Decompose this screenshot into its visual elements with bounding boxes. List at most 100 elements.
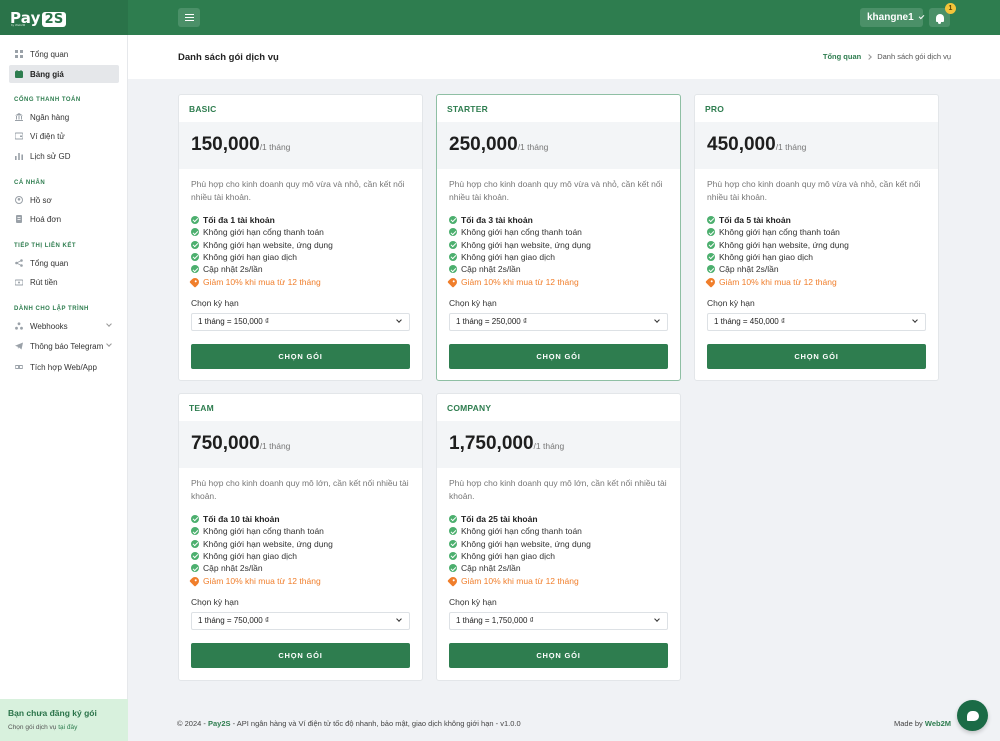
sidebar-item-profile[interactable]: Hồ sơ (9, 191, 119, 209)
plan-card-company: COMPANY 1,750,000 /1 tháng Phù hợp cho k… (436, 393, 681, 681)
sidebar-item-bank[interactable]: Ngân hàng (9, 108, 119, 126)
sidebar-item-transactions[interactable]: Lịch sử GD (9, 147, 119, 165)
plan-price: 1,750,000 (449, 433, 534, 454)
plan-period: /1 tháng (259, 142, 291, 152)
plan-name: PRO (705, 104, 725, 114)
discount-item: Giảm 10% khi mua từ 12 tháng (189, 275, 410, 288)
footer-credit-link[interactable]: Web2M (925, 719, 951, 728)
page-header: Danh sách gói dịch vụ Tổng quan Danh sác… (128, 35, 1000, 79)
feature-item: Tối đa 3 tài khoản (449, 214, 668, 226)
withdraw-icon (15, 279, 23, 286)
feature-item: Cập nhật 2s/lần (449, 562, 668, 574)
period-select-label: Chọn kỳ hạn (449, 596, 497, 607)
period-select[interactable]: 1 tháng = 1,750,000 ₫ (449, 611, 668, 630)
choose-plan-button[interactable]: CHỌN GÓI (449, 343, 668, 369)
page-title: Danh sách gói dịch vụ (178, 52, 279, 63)
sidebar-item-label: Tổng quan (30, 49, 69, 59)
sidebar-item-invoices[interactable]: Hoá đơn (9, 210, 119, 228)
discount-item: Giảm 10% khi mua từ 12 tháng (705, 275, 926, 288)
period-select-label: Chọn kỳ hạn (191, 596, 239, 607)
sidebar-item-integration[interactable]: Tích hợp Web/App (9, 358, 119, 376)
hamburger-icon (184, 16, 194, 19)
plan-period: /1 tháng (775, 142, 807, 152)
plan-features: Tối đa 25 tài khoản Không giới hạn cổng … (447, 513, 668, 587)
sidebar-item-affiliate-overview[interactable]: Tổng quan (9, 254, 119, 272)
plan-features: Tối đa 1 tài khoản Không giới hạn cổng t… (189, 214, 410, 288)
sidebar-section-title: DÀNH CHO LẬP TRÌNH (14, 306, 89, 312)
promo-text: Chọn gói dịch vụ (8, 724, 57, 731)
sidebar-item-label: Tích hợp Web/App (30, 362, 97, 372)
period-select-value: 1 tháng = 250,000 ₫ (456, 317, 528, 327)
period-select[interactable]: 1 tháng = 450,000 ₫ (707, 312, 926, 331)
chevron-down-icon (654, 317, 660, 324)
plan-price-block: 750,000 /1 tháng (179, 421, 422, 468)
logo-subtitle: by Web2M (11, 23, 26, 27)
feature-item: Không giới hạn cổng thanh toán (449, 226, 668, 238)
sidebar-item-ewallet[interactable]: Ví điện tử (9, 127, 119, 145)
menu-toggle-button[interactable] (178, 8, 200, 27)
breadcrumb: Tổng quan Danh sách gói dịch vụ (823, 52, 951, 61)
document-icon (16, 215, 22, 223)
sidebar-item-overview[interactable]: Tổng quan (9, 45, 119, 63)
feature-item: Tối đa 1 tài khoản (191, 214, 410, 226)
footer-brand-link[interactable]: Pay2S (208, 719, 231, 728)
sidebar-item-label: Hồ sơ (30, 195, 52, 205)
check-icon (449, 216, 457, 225)
plan-card-pro: PRO 450,000 /1 tháng Phù hợp cho kinh do… (694, 94, 939, 381)
footer: © 2024 - Pay2S - API ngân hàng và Ví điệ… (128, 706, 1000, 741)
footer-credit: Made by Web2M (894, 719, 951, 728)
share-icon (15, 259, 23, 267)
feature-item: Không giới hạn giao dịch (191, 251, 410, 263)
period-select[interactable]: 1 tháng = 250,000 ₫ (449, 312, 668, 331)
plan-period: /1 tháng (259, 441, 291, 451)
sidebar-item-withdraw[interactable]: Rút tiền (9, 273, 119, 291)
plan-period: /1 tháng (517, 142, 549, 152)
check-icon (191, 527, 199, 536)
chevron-down-icon (396, 317, 402, 324)
grid-icon (15, 50, 23, 58)
tag-icon (447, 574, 459, 587)
chevron-down-icon (106, 321, 112, 327)
sidebar-item-webhooks[interactable]: Webhooks (9, 317, 119, 335)
plan-features: Tối đa 5 tài khoản Không giới hạn cổng t… (705, 214, 926, 288)
user-menu-button[interactable]: khangne1 (860, 8, 925, 27)
feature-item: Không giới hạn cổng thanh toán (449, 525, 668, 537)
choose-plan-button[interactable]: CHỌN GÓI (191, 642, 410, 668)
plan-features: Tối đa 3 tài khoản Không giới hạn cổng t… (447, 214, 668, 288)
period-select-value: 1 tháng = 150,000 ₫ (198, 317, 270, 327)
promo-link[interactable]: tại đây (58, 724, 77, 731)
check-icon (191, 216, 199, 225)
feature-item: Tối đa 10 tài khoản (191, 513, 410, 525)
sidebar-item-pricing[interactable]: Bảng giá (9, 65, 119, 83)
check-icon (191, 240, 199, 249)
choose-plan-button[interactable]: CHỌN GÓI (707, 343, 926, 369)
top-bar (0, 0, 1000, 35)
period-select[interactable]: 1 tháng = 150,000 ₫ (191, 312, 410, 331)
choose-plan-button[interactable]: CHỌN GÓI (191, 343, 410, 369)
period-select-value: 1 tháng = 750,000 ₫ (198, 616, 270, 626)
sidebar-item-label: Ví điện tử (30, 131, 65, 141)
chat-button[interactable] (957, 700, 988, 731)
choose-plan-button[interactable]: CHỌN GÓI (449, 642, 668, 668)
discount-item: Giảm 10% khi mua từ 12 tháng (447, 275, 668, 288)
discount-item: Giảm 10% khi mua từ 12 tháng (447, 574, 668, 587)
check-icon (449, 564, 457, 573)
sidebar-section-title: CỔNG THANH TOÁN (14, 97, 81, 103)
feature-item: Không giới hạn giao dịch (449, 251, 668, 263)
sidebar-item-telegram[interactable]: Thông báo Telegram (9, 337, 119, 355)
check-icon (707, 265, 715, 274)
chevron-down-icon (396, 616, 402, 623)
plan-description: Phù hợp cho kinh doanh quy mô vừa và nhỏ… (191, 179, 405, 202)
period-select-label: Chọn kỳ hạn (449, 297, 497, 308)
feature-item: Không giới hạn giao dịch (191, 550, 410, 562)
check-icon (449, 527, 457, 536)
chart-icon (15, 153, 23, 160)
bank-icon (15, 113, 23, 121)
logo[interactable]: Pay 2S by Web2M (0, 0, 128, 35)
period-select[interactable]: 1 tháng = 750,000 ₫ (191, 611, 410, 630)
plan-description: Phù hợp cho kinh doanh quy mô vừa và nhỏ… (449, 179, 663, 202)
breadcrumb-home-link[interactable]: Tổng quan (823, 52, 861, 61)
plan-price: 250,000 (449, 134, 518, 155)
check-icon (707, 228, 715, 237)
user-name: khangne1 (867, 12, 914, 23)
